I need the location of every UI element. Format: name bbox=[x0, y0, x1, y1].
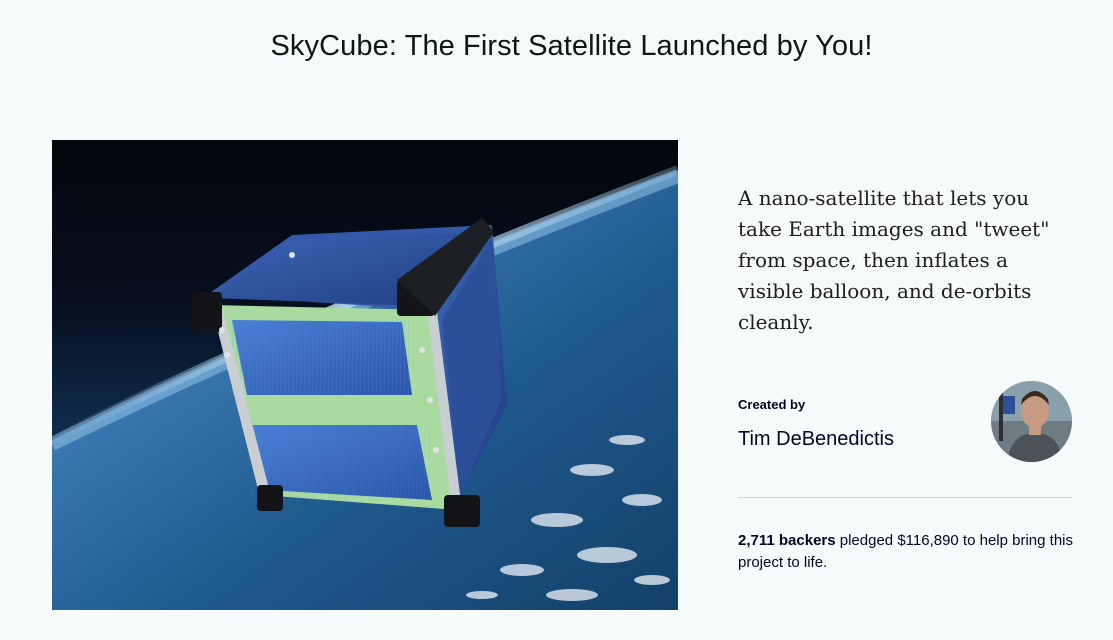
creator-name[interactable]: Tim DeBenedictis bbox=[738, 428, 894, 451]
creator-avatar[interactable] bbox=[991, 381, 1072, 462]
project-blurb: A nano-satellite that lets you take Eart… bbox=[738, 186, 1050, 334]
project-title: SkyCube: The First Satellite Launched by… bbox=[270, 30, 873, 62]
project-hero-image[interactable] bbox=[52, 140, 678, 610]
created-by-label: Created by bbox=[738, 397, 806, 412]
funding-summary: 2,711 backers pledged $116,890 to help b… bbox=[738, 530, 1078, 574]
backers-count: 2,711 backers bbox=[738, 532, 836, 549]
divider bbox=[738, 497, 1072, 498]
